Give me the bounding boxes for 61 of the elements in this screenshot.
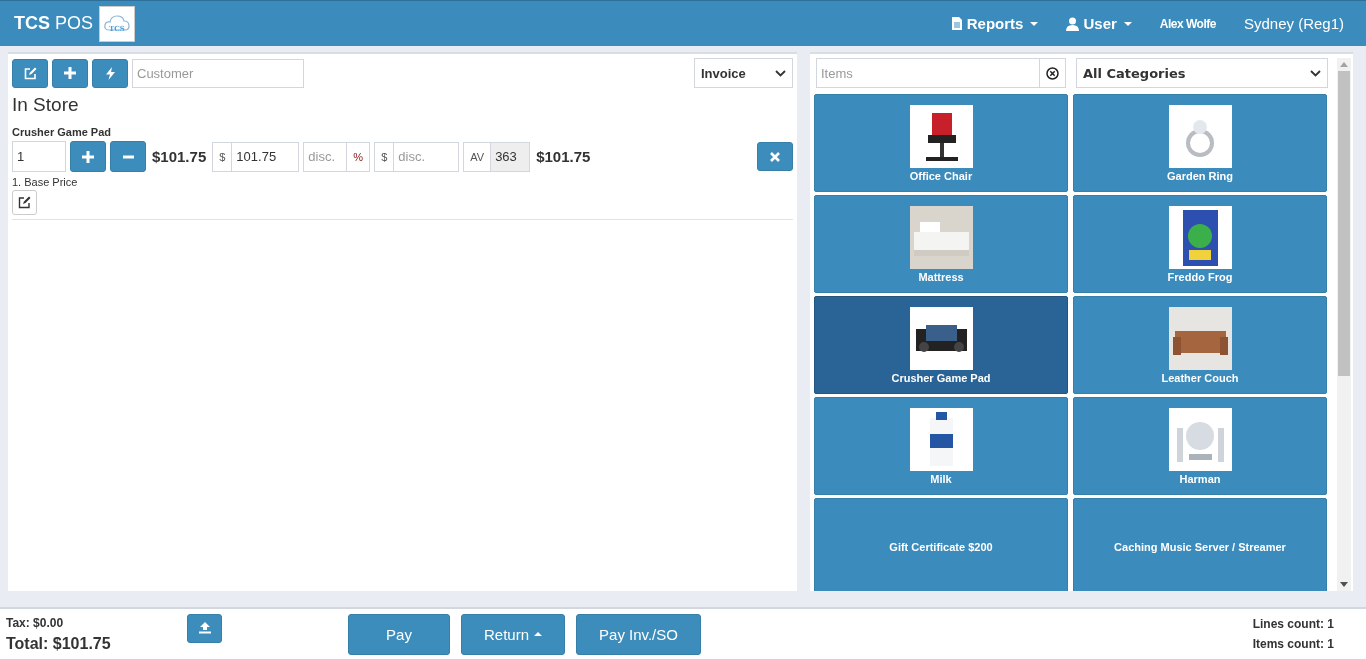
product-tile[interactable]: Office Chair [814,94,1068,192]
product-tile[interactable]: Gift Certificate $200 [814,498,1068,591]
product-tile[interactable]: Mattress [814,195,1068,293]
product-tile[interactable]: Freddo Frog [1073,195,1327,293]
items-count: Items count: 1 [1252,637,1334,651]
app-title: TCS POS [14,13,93,34]
plus-icon [82,150,94,163]
scroll-down-icon[interactable] [1340,582,1348,587]
edit-icon [18,196,31,209]
chevron-icon [1310,69,1321,77]
clear-icon [1046,66,1059,80]
clear-button[interactable] [1040,58,1066,88]
footer-button[interactable]: Pay Inv./SO [576,613,701,655]
user-name: Alex Wolfe [1159,16,1216,31]
product-tile[interactable]: Leather Couch [1073,296,1327,394]
edit-icon [23,66,37,80]
upload-button[interactable] [187,613,222,643]
customer-field[interactable]: Customer [132,58,304,88]
plus-icon [64,67,76,79]
upload-icon [198,622,211,634]
lines-count: Lines count: 1 [1252,617,1334,631]
scroll-up-icon[interactable] [1340,62,1348,67]
line-total: $101.75 [536,148,591,165]
product-tile[interactable]: Garden Ring [1073,94,1327,192]
price-field[interactable]: $ 101.75 [212,141,300,172]
chevron-icon [775,69,786,77]
user-icon [1066,16,1080,31]
discount-field[interactable]: disc. % [303,141,371,172]
line-item-name: Crusher Game Pad [12,126,113,138]
price-level: 1. Base Price [12,176,79,188]
remove-line-button[interactable] [757,142,793,171]
add-button[interactable] [52,58,88,88]
items-search-field[interactable]: Items [816,58,1040,88]
register-name: Sydney (Reg1) [1243,15,1344,32]
product-tile[interactable]: Harman [1073,397,1327,495]
lightning-icon [105,66,115,80]
product-tile[interactable]: Milk [814,397,1068,495]
discount-amount-field[interactable]: $ disc. [374,141,460,172]
availability-field: AV 363 [463,141,531,172]
line-price: $101.75 [152,148,207,165]
category-select[interactable]: All Categories [1076,58,1328,88]
footer-button[interactable]: Return [461,613,566,655]
footer-button[interactable]: Pay [348,613,450,655]
document-icon [950,16,963,31]
edit-line-button[interactable] [12,190,37,215]
nav-menu[interactable]: User [1066,15,1132,32]
quick-button[interactable] [92,58,128,88]
total-amount: Total: $101.75 [6,634,112,653]
increase-button[interactable] [70,141,106,172]
quantity-field[interactable]: 1 [12,141,66,172]
minus-icon [122,154,134,159]
product-tile[interactable]: Crusher Game Pad [814,296,1068,394]
location-title: In Store [12,94,80,116]
nav-menu[interactable]: Reports [950,15,1039,32]
tax-amount: Tax: $0.00 [6,615,65,630]
close-icon [770,151,780,162]
decrease-button[interactable] [110,141,146,172]
edit-button[interactable] [12,58,48,88]
scrollbar[interactable] [1337,58,1351,591]
document-type-select[interactable]: Invoice [694,58,793,88]
product-tile[interactable]: Caching Music Server / Streamer [1073,498,1327,591]
